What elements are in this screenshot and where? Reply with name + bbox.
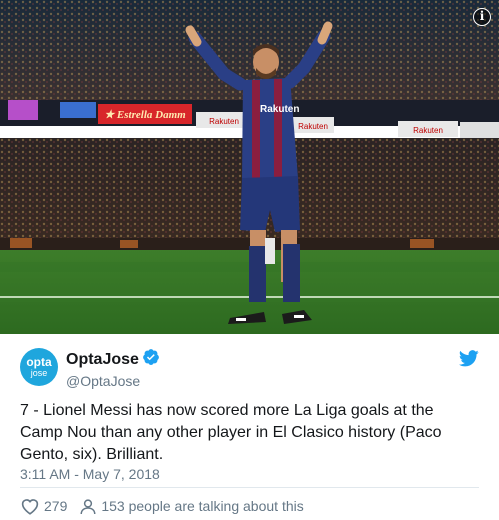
billboard-estrella: ★ Estrella Damm <box>104 109 186 121</box>
people-icon <box>80 498 96 514</box>
billboard-rakuten-3: Rakuten <box>413 126 443 135</box>
tweet-timestamp[interactable]: 3:11 AM - May 7, 2018 <box>20 466 160 482</box>
divider <box>20 487 479 488</box>
avatar[interactable]: opta jose <box>20 348 58 386</box>
tweet-photo[interactable]: ★ Estrella Damm Rakuten Rakuten Rakuten <box>0 0 499 334</box>
tweet-card: ★ Estrella Damm Rakuten Rakuten Rakuten <box>0 0 499 520</box>
verified-badge-icon <box>142 348 160 372</box>
info-icon[interactable]: i <box>473 8 491 26</box>
heart-icon <box>21 499 39 515</box>
tweet-header: opta jose OptaJose @OptaJose <box>20 346 479 390</box>
twitter-bird-icon[interactable] <box>458 350 479 372</box>
billboard-rakuten-1: Rakuten <box>209 117 239 126</box>
avatar-text-opta: opta <box>26 355 52 369</box>
tweet-text: 7 - Lionel Messi has now scored more La … <box>20 402 442 463</box>
like-button[interactable]: 279 <box>20 497 67 515</box>
display-name-text: OptaJose <box>66 351 139 368</box>
shirt-sponsor: Rakuten <box>260 104 299 115</box>
tweet-actions: 279 153 people are talking about this <box>20 497 304 515</box>
conversation-count: 153 people are talking about this <box>101 498 304 514</box>
author-display-name[interactable]: OptaJose <box>66 348 160 372</box>
conversation-link[interactable]: 153 people are talking about this <box>79 498 304 515</box>
author-handle[interactable]: @OptaJose <box>66 372 160 390</box>
like-count: 279 <box>44 498 68 514</box>
avatar-text-jose: jose <box>30 368 48 378</box>
billboard-rakuten-2: Rakuten <box>298 122 328 131</box>
author-names: OptaJose @OptaJose <box>66 348 160 390</box>
photo-messi-celebrating: ★ Estrella Damm Rakuten Rakuten Rakuten <box>0 0 499 334</box>
